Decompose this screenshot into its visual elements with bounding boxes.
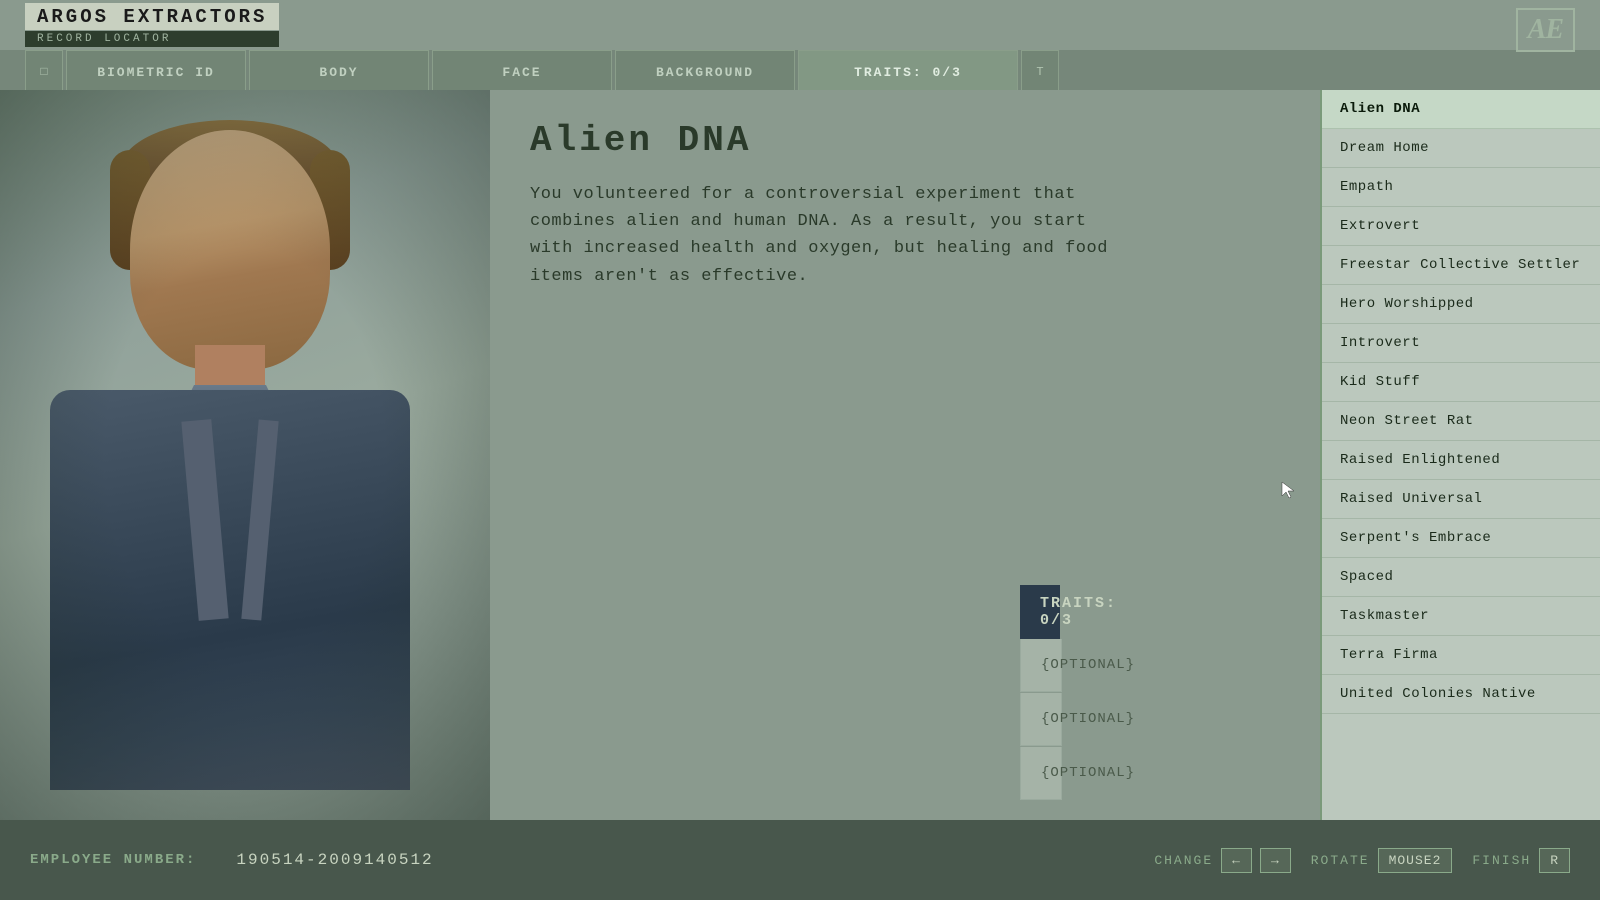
content-wrapper: Alien DNA You volunteered for a controve…	[0, 90, 1600, 820]
trait-list-item-freestar[interactable]: Freestar Collective Settler	[1322, 246, 1600, 285]
trait-list-item-introvert[interactable]: Introvert	[1322, 324, 1600, 363]
trait-list-item-terra-firma[interactable]: Terra Firma	[1322, 636, 1600, 675]
finish-action: FINISH R	[1472, 848, 1570, 873]
nav-bar: □ BIOMETRIC ID BODY FACE BACKGROUND TRAI…	[0, 50, 1600, 94]
status-actions: CHANGE ← → ROTATE MOUSE2 FINISH R	[1154, 848, 1570, 873]
cursor	[1280, 480, 1300, 500]
change-action: CHANGE ← →	[1154, 848, 1290, 873]
trait-slot-3[interactable]: {OPTIONAL}	[1020, 747, 1062, 800]
finish-label: FINISH	[1472, 853, 1531, 868]
change-key-right[interactable]: →	[1260, 848, 1291, 873]
trait-title: Alien DNA	[530, 120, 1280, 161]
trait-list-item-united-colonies-native[interactable]: United Colonies Native	[1322, 675, 1600, 714]
trait-list-item-spaced[interactable]: Spaced	[1322, 558, 1600, 597]
char-head	[130, 130, 330, 370]
traits-panel-header: TRAITS: 0/3	[1020, 585, 1060, 639]
change-key-left[interactable]: ←	[1221, 848, 1252, 873]
trait-slot-2[interactable]: {OPTIONAL}	[1020, 693, 1062, 746]
tab-face[interactable]: FACE	[432, 50, 612, 94]
trait-list-item-raised-universal[interactable]: Raised Universal	[1322, 480, 1600, 519]
employee-number-label: EMPLOYEE NUMBER:	[30, 852, 196, 868]
finish-key[interactable]: R	[1539, 848, 1570, 873]
trait-description: You volunteered for a controversial expe…	[530, 181, 1110, 290]
company-block: ARGOS EXTRACTORS RECORD LOCATOR	[25, 3, 279, 47]
trait-list-item-kid-stuff[interactable]: Kid Stuff	[1322, 363, 1600, 402]
trait-slot-1[interactable]: {OPTIONAL}	[1020, 639, 1062, 692]
tab-background[interactable]: BACKGROUND	[615, 50, 795, 94]
trait-list-panel: Alien DNADream HomeEmpathExtrovertFreest…	[1320, 90, 1600, 820]
status-bar: EMPLOYEE NUMBER: 190514-2009140512 CHANG…	[0, 820, 1600, 900]
company-name: ARGOS EXTRACTORS	[25, 3, 279, 30]
character-portrait-area	[0, 90, 490, 820]
record-locator-label: RECORD LOCATOR	[25, 31, 279, 47]
trait-info: Alien DNA You volunteered for a controve…	[530, 120, 1280, 290]
trait-list-item-dream-home[interactable]: Dream Home	[1322, 129, 1600, 168]
trait-list-item-extrovert[interactable]: Extrovert	[1322, 207, 1600, 246]
nav-square-left[interactable]: □	[25, 50, 63, 94]
trait-list-item-raised-enlightened[interactable]: Raised Enlightened	[1322, 441, 1600, 480]
tab-biometric-id[interactable]: BIOMETRIC ID	[66, 50, 246, 94]
trait-list-item-neon-street-rat[interactable]: Neon Street Rat	[1322, 402, 1600, 441]
trait-list-item-taskmaster[interactable]: Taskmaster	[1322, 597, 1600, 636]
change-label: CHANGE	[1154, 853, 1213, 868]
trait-list-item-serpents-embrace[interactable]: Serpent's Embrace	[1322, 519, 1600, 558]
char-torso	[50, 390, 410, 790]
nav-square-right[interactable]: T	[1021, 50, 1059, 94]
rotate-label: ROTATE	[1311, 853, 1370, 868]
ae-logo: AE	[1516, 8, 1575, 52]
character-silhouette	[30, 90, 470, 820]
center-area: Alien DNA You volunteered for a controve…	[490, 90, 1320, 820]
rotate-key[interactable]: MOUSE2	[1378, 848, 1453, 873]
trait-list-item-empath[interactable]: Empath	[1322, 168, 1600, 207]
header-top: ARGOS EXTRACTORS RECORD LOCATOR AE	[0, 0, 1600, 50]
tab-body[interactable]: BODY	[249, 50, 429, 94]
trait-list-item-hero-worshipped[interactable]: Hero Worshipped	[1322, 285, 1600, 324]
rotate-action: ROTATE MOUSE2	[1311, 848, 1453, 873]
employee-number-value: 190514-2009140512	[236, 851, 433, 869]
trait-list-item-alien-dna[interactable]: Alien DNA	[1322, 90, 1600, 129]
tab-traits[interactable]: TRAITS: 0/3	[798, 50, 1018, 94]
